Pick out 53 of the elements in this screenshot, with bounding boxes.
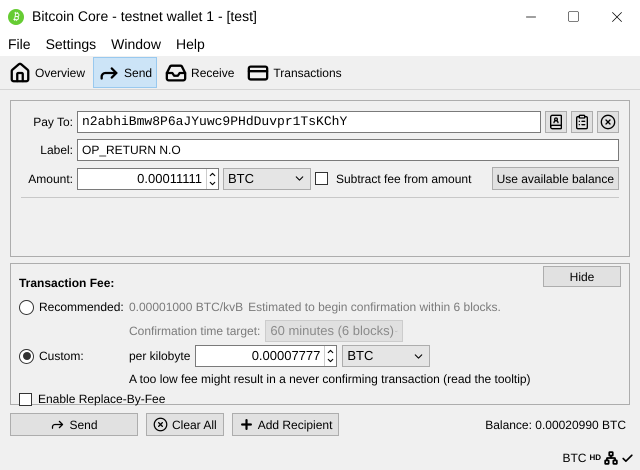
field-label: Amount: (27, 170, 73, 188)
spin-arrows-icon[interactable] (324, 346, 336, 366)
label-field[interactable]: OP_RETURN N.O (77, 139, 619, 161)
field-label: Label: (39, 142, 73, 159)
action-button[interactable]: Send (10, 413, 138, 436)
per-kilobyte-label: per kilobyte (129, 348, 190, 365)
synced-check-icon (621, 452, 634, 464)
tray-icon (165, 62, 188, 84)
menu-item[interactable]: Window (111, 34, 161, 55)
maximize-icon[interactable] (567, 10, 580, 23)
checkbox-label: Enable Replace-By-Fee (38, 391, 166, 408)
target-label: Confirmation time target: (129, 323, 260, 340)
hide-button[interactable]: Hide (543, 266, 621, 287)
menu-item[interactable]: Help (176, 34, 205, 55)
house-icon (9, 62, 31, 84)
spin-arrows-icon[interactable] (206, 168, 218, 188)
checkbox-label: Subtract fee from amount (336, 170, 472, 188)
clear-icon (153, 417, 168, 432)
use-available-balance-button[interactable]: Use available balance (492, 167, 619, 190)
address-field[interactable]: n2abhiBmw8P6aJYuwc9PHdDuvpr1TsKChY (77, 111, 541, 133)
checkbox[interactable] (19, 392, 32, 406)
radio-button[interactable] (19, 300, 34, 314)
toolbar-tab[interactable]: Transactions (242, 57, 347, 88)
address-book-icon[interactable] (545, 111, 567, 133)
menu-item[interactable]: Settings (46, 34, 96, 55)
action-button[interactable]: Clear All (146, 413, 224, 436)
action-button[interactable]: Add Recipient (232, 413, 340, 436)
bitcoin-logo-icon (8, 8, 24, 24)
clear-icon[interactable] (597, 111, 619, 133)
amount-field[interactable]: 0.00011111 (77, 168, 219, 190)
fee-estimate: Estimated to begin confirmation within 6 blocks. (248, 299, 501, 316)
window-title: Bitcoin Core - testnet wallet 1 - [test] (32, 7, 257, 26)
field-label: Pay To: (32, 114, 73, 131)
unit-label: BTC (562, 450, 586, 467)
toolbar-tab[interactable]: Overview (4, 57, 90, 88)
checkbox[interactable] (315, 172, 328, 185)
hd-label: HD (589, 452, 601, 464)
clipboard-icon[interactable] (571, 111, 593, 133)
radio-label: Custom: (39, 348, 85, 365)
section-title: Transaction Fee: (19, 275, 114, 292)
menu-item[interactable]: File (8, 34, 31, 55)
balance-text: Balance: 0.00020990 BTC (485, 416, 626, 434)
custom-fee-field[interactable]: 0.00007777 (195, 345, 338, 367)
fee-unit-dropdown[interactable]: BTC (342, 345, 430, 367)
radio-button[interactable] (19, 348, 34, 364)
toolbar-tab[interactable]: Receive (160, 57, 240, 88)
network-icon (604, 451, 618, 465)
radio-label: Recommended: (39, 299, 125, 316)
plus-icon (238, 417, 254, 432)
unit-dropdown[interactable]: BTC (223, 168, 311, 190)
fee-warning: A too low fee might result in a never confirming transaction (read the tooltip) (129, 372, 531, 386)
fee-rate: 0.00001000 BTC/kvB (129, 299, 244, 316)
toolbar-tab[interactable]: Send (93, 57, 158, 88)
